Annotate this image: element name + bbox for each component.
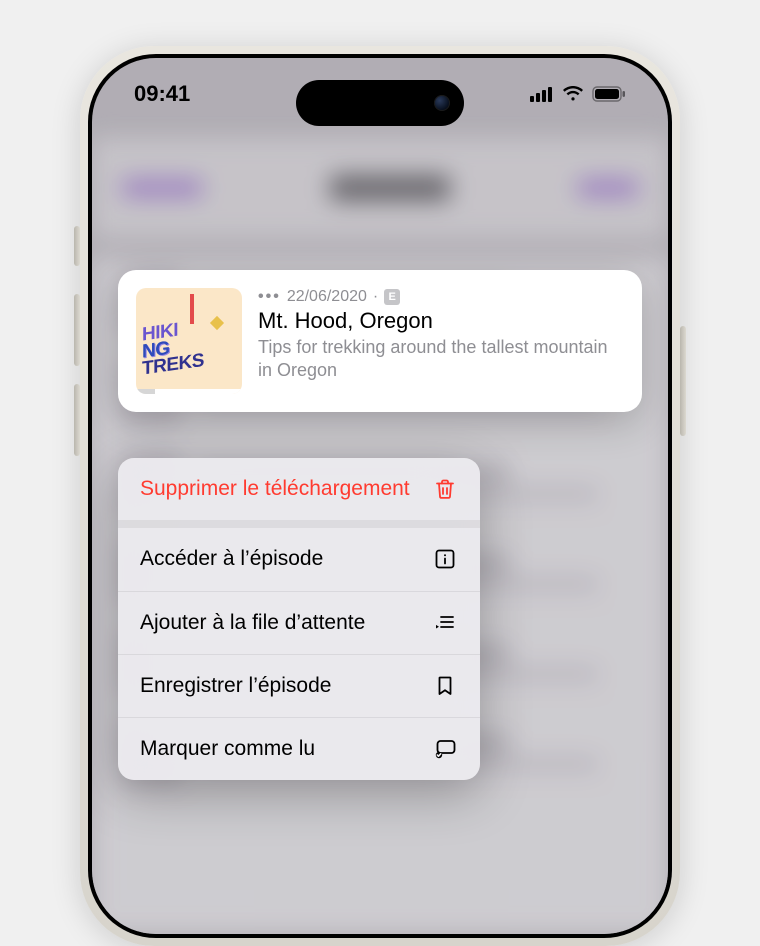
status-time-label: 09:41 — [134, 81, 190, 107]
episode-date-label: 22/06/2020 — [287, 288, 367, 306]
dynamic-island — [296, 80, 464, 126]
menu-item-label: Enregistrer l’épisode — [140, 673, 420, 699]
info-square-icon — [432, 547, 458, 571]
wifi-icon — [562, 86, 584, 102]
save-episode-button[interactable]: Enregistrer l’épisode — [118, 655, 480, 718]
phone-inner: 09:41 — [88, 54, 672, 938]
silence-switch — [74, 226, 80, 266]
mark-as-read-button[interactable]: Marquer comme lu — [118, 718, 480, 780]
volume-down-button — [74, 384, 80, 456]
remove-download-button[interactable]: Supprimer le téléchargement — [118, 458, 480, 528]
episode-progress-bar — [136, 389, 242, 394]
screen: 09:41 — [92, 58, 668, 934]
unplayed-indicator-icon: ••• — [258, 288, 281, 306]
trash-icon — [432, 477, 458, 501]
bookmark-icon — [432, 674, 458, 698]
power-button — [680, 326, 686, 436]
add-to-queue-button[interactable]: Ajouter à la file d’attente — [118, 592, 480, 655]
context-menu: Supprimer le téléchargement Accéder à l’… — [118, 458, 480, 780]
cellular-signal-icon — [530, 86, 554, 102]
episode-title: Mt. Hood, Oregon — [258, 308, 624, 334]
go-to-episode-button[interactable]: Accéder à l’épisode — [118, 528, 480, 591]
episode-preview-card[interactable]: HIKI NG TREKS ••• 22/06/2020 · E — [118, 270, 642, 412]
battery-icon — [592, 86, 626, 102]
menu-item-label: Accéder à l’épisode — [140, 546, 420, 572]
episode-description: Tips for trekking around the tallest mou… — [258, 336, 624, 381]
mark-played-icon — [432, 737, 458, 761]
explicit-badge: E — [384, 289, 400, 305]
volume-up-button — [74, 294, 80, 366]
queue-last-icon — [432, 611, 458, 635]
menu-item-label: Ajouter à la file d’attente — [140, 610, 420, 636]
front-camera — [434, 95, 450, 111]
episode-meta: ••• 22/06/2020 · E — [258, 288, 624, 306]
phone-frame: 09:41 — [80, 46, 680, 946]
menu-item-label: Marquer comme lu — [140, 736, 420, 762]
podcast-artwork: HIKI NG TREKS — [136, 288, 242, 394]
menu-item-label: Supprimer le téléchargement — [140, 476, 420, 502]
